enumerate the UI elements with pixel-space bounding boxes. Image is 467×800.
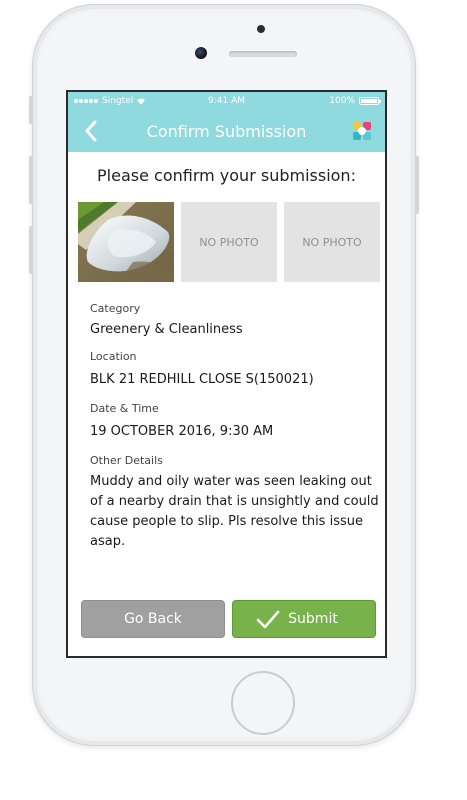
- power-button: [415, 156, 419, 214]
- app-logo-icon: [353, 122, 371, 140]
- location-value: BLK 21 REDHILL CLOSE S(150021): [90, 372, 314, 387]
- battery-percent: 100%: [329, 96, 355, 106]
- category-value: Greenery & Cleanliness: [90, 322, 243, 337]
- other-details-label: Other Details: [90, 454, 163, 467]
- no-photo-label: NO PHOTO: [199, 235, 259, 249]
- front-camera: [195, 47, 207, 59]
- battery-level: [361, 99, 377, 103]
- other-details-value: Muddy and oily water was seen leaking ou…: [90, 474, 379, 549]
- page-title: Confirm Submission: [146, 122, 307, 141]
- app-screen: Singtel 9:41 AM 100% Confirm Submission …: [66, 90, 387, 658]
- status-bar: Singtel 9:41 AM 100%: [68, 92, 385, 110]
- submit-button[interactable]: Submit: [232, 600, 376, 638]
- earpiece-speaker: [229, 51, 297, 57]
- photo-placeholder-3[interactable]: NO PHOTO: [284, 202, 380, 282]
- go-back-button[interactable]: Go Back: [81, 600, 225, 638]
- drain-photo-image: [78, 202, 174, 282]
- go-back-label: Go Back: [124, 611, 182, 627]
- confirm-heading: Please confirm your submission:: [97, 166, 356, 185]
- home-button[interactable]: [231, 671, 295, 735]
- photo-thumbnail-1[interactable]: [78, 202, 174, 282]
- mute-switch: [29, 96, 33, 124]
- battery-icon: [359, 97, 381, 105]
- category-label: Category: [90, 302, 141, 315]
- submit-label: Submit: [288, 611, 338, 627]
- datetime-value: 19 OCTOBER 2016, 9:30 AM: [90, 424, 274, 439]
- volume-up-button: [29, 156, 33, 204]
- proximity-sensor: [257, 25, 265, 33]
- no-photo-label: NO PHOTO: [302, 235, 362, 249]
- battery-info: 100%: [329, 96, 381, 106]
- volume-down-button: [29, 226, 33, 274]
- location-label: Location: [90, 350, 137, 363]
- photo-placeholder-2[interactable]: NO PHOTO: [181, 202, 277, 282]
- datetime-label: Date & Time: [90, 402, 159, 415]
- checkmark-icon: [256, 610, 280, 629]
- nav-bar: Confirm Submission: [68, 110, 385, 152]
